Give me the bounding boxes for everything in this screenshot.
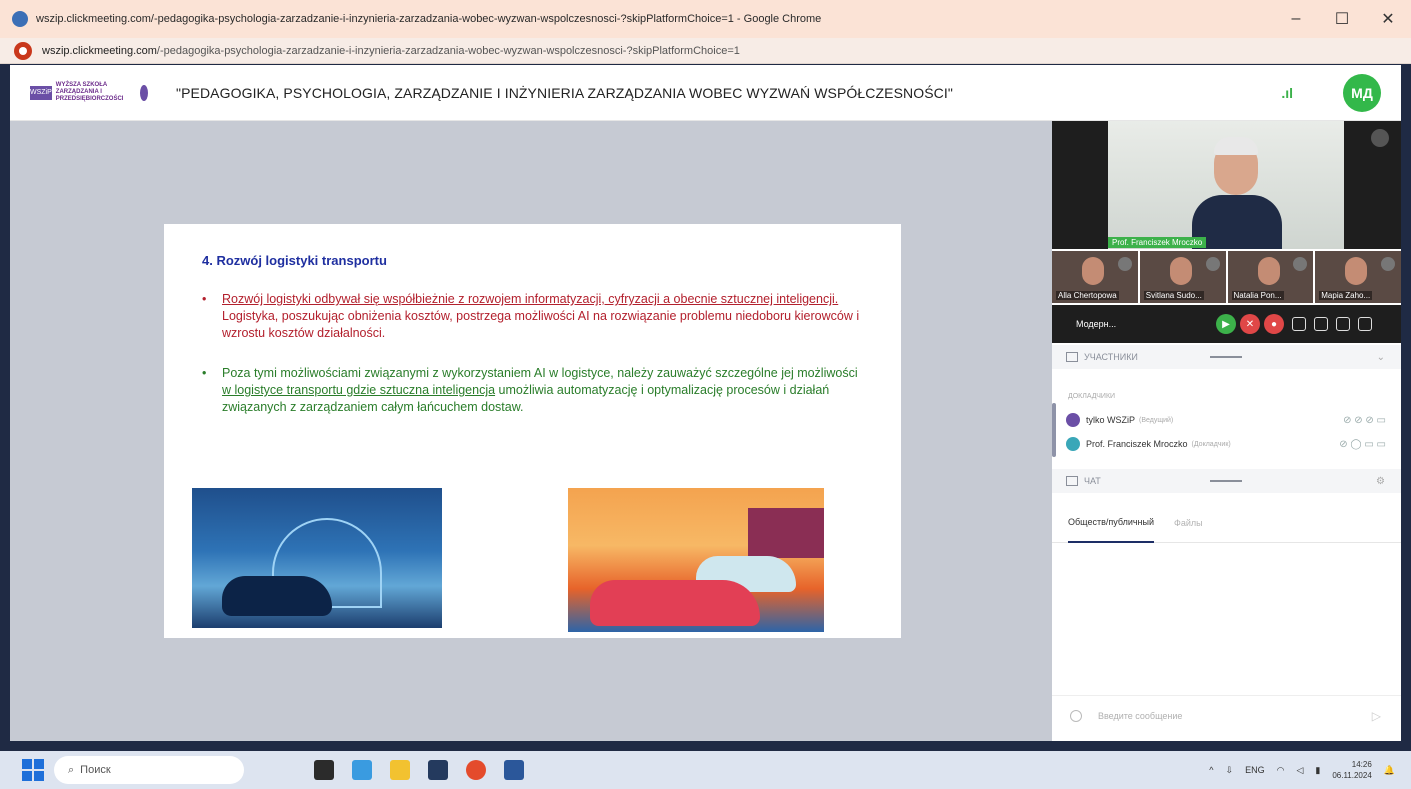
fullscreen-icon[interactable]	[1358, 317, 1372, 331]
start-button[interactable]	[22, 759, 44, 781]
participant-thumb[interactable]: Mapia Zaho...	[1315, 251, 1401, 303]
logo-circle-icon	[140, 84, 148, 101]
windows-taskbar: ⌕ Поиск ^ ⇩ ENG ◠ ◁ ▮ 14:26 06.11.2024 🔔	[0, 751, 1411, 789]
participant-thumb[interactable]: Alla Chertopowa	[1052, 251, 1138, 303]
side-panel: Prof. Franciszek Mroczko Alla Chertopowa…	[1052, 121, 1401, 741]
event-title: "PEDAGOGIKA, PSYCHOLOGIA, ZARZĄDZANIE I …	[176, 84, 953, 101]
participant-thumbnails: Alla Chertopowa Svitlana Sudo... Natalia…	[1052, 251, 1401, 303]
leave-icon[interactable]: ●	[1264, 314, 1284, 334]
school-logo: WSZiP WYŻSZA SZKOŁA ZARZĄDZANIA I PRZEDS…	[30, 76, 148, 110]
signal-bars-icon: .ıl	[1281, 85, 1293, 101]
system-tray: ^ ⇩ ENG ◠ ◁ ▮ 14:26 06.11.2024 🔔	[1209, 751, 1395, 789]
bullet-2-text: Poza tymi możliwościami związanymi z wyk…	[222, 366, 858, 414]
chat-section-header[interactable]: ЧАТ ⚙	[1052, 469, 1401, 493]
chat-bubble-icon[interactable]	[1292, 317, 1306, 331]
url-text[interactable]: wszip.clickmeeting.com/-pedagogika-psych…	[42, 45, 740, 57]
app-header: WSZiP WYŻSZA SZKOŁA ZARZĄDZANIA I PRZEDS…	[10, 65, 1401, 121]
smart-city-image	[192, 488, 442, 628]
search-icon: ⌕	[68, 763, 75, 776]
minimize-button[interactable]: –	[1273, 0, 1319, 38]
participant-avatar	[1066, 413, 1080, 427]
speaker-video[interactable]: Prof. Franciszek Mroczko	[1052, 121, 1401, 249]
chevron-down-icon[interactable]: ⌄	[1377, 352, 1385, 363]
chat-input[interactable]: Введите сообщение	[1098, 711, 1182, 721]
logo-mark: WSZiP	[30, 85, 52, 100]
mic-muted-icon	[1381, 257, 1395, 271]
chat-title: ЧАТ	[1084, 476, 1101, 486]
window-title: wszip.clickmeeting.com/-pedagogika-psych…	[36, 13, 822, 25]
speaker-name-label: Prof. Franciszek Mroczko	[1108, 237, 1207, 248]
participant-thumb[interactable]: Natalia Pon...	[1227, 251, 1314, 303]
chrome-favicon-icon	[12, 11, 28, 27]
gear-icon[interactable]	[1314, 317, 1328, 331]
people-icon	[1066, 352, 1078, 362]
participant-thumb[interactable]: Svitlana Sudo...	[1139, 251, 1226, 303]
slide-heading: 4. Rozwój logistyki transportu	[202, 253, 387, 268]
address-bar[interactable]: wszip.clickmeeting.com/-pedagogika-psych…	[0, 38, 1411, 64]
participants-section-header[interactable]: УЧАСТНИКИ ⌄	[1052, 345, 1401, 369]
camera-icon[interactable]: ▶	[1216, 314, 1236, 334]
layout-icon[interactable]	[1336, 317, 1350, 331]
volume-icon[interactable]: ◁	[1296, 765, 1303, 776]
bullet-1-text: Rozwój logistyki odbywał się współbieżni…	[222, 292, 860, 340]
word-icon[interactable]	[504, 760, 524, 780]
mic-muted-icon	[1293, 257, 1308, 271]
maximize-button[interactable]: ☐	[1319, 0, 1365, 38]
presentation-slide: 4. Rozwój logistyki transportu • Rozwój …	[164, 224, 901, 638]
slide-bullet-1: • Rozwój logistyki odbywał się współbież…	[202, 291, 862, 342]
send-icon[interactable]: ▷	[1372, 709, 1381, 723]
clock[interactable]: 14:26 06.11.2024	[1332, 759, 1371, 781]
presentation-stage: 4. Rozwój logistyki transportu • Rozwój …	[10, 121, 1052, 741]
browser-title-bar: wszip.clickmeeting.com/-pedagogika-psych…	[0, 0, 1411, 38]
participants-title: УЧАСТНИКИ	[1084, 352, 1138, 362]
wifi-icon[interactable]: ◠	[1277, 765, 1285, 776]
mic-muted-icon	[1205, 257, 1220, 271]
chevron-up-icon[interactable]: ^	[1209, 765, 1213, 775]
window-controls: – ☐ ✕	[1273, 0, 1411, 38]
user-avatar[interactable]: МД	[1343, 74, 1381, 112]
emoji-icon[interactable]	[1070, 709, 1082, 722]
taskview-icon[interactable]	[314, 760, 334, 780]
close-button[interactable]: ✕	[1365, 0, 1411, 38]
gear-icon[interactable]: ⚙	[1376, 476, 1385, 487]
autonomous-cars-image	[568, 488, 824, 632]
chat-tabs: Обществ/публичный Файлы	[1052, 503, 1401, 543]
av-controls-bar: Модерн... ▶ ✕ ●	[1052, 305, 1401, 343]
language-indicator[interactable]: ENG	[1245, 765, 1265, 775]
chat-input-area[interactable]: Введите сообщение ▷	[1052, 695, 1401, 735]
bullet-mark: •	[202, 366, 207, 380]
participant-row[interactable]: tylko WSZiP (Ведущий) ⊘ ⊘ ⊘ ▭	[1066, 411, 1386, 429]
chrome-icon[interactable]	[466, 760, 486, 780]
drag-handle[interactable]	[1210, 480, 1242, 482]
bullet-mark: •	[202, 292, 207, 306]
file-explorer-icon[interactable]	[390, 760, 410, 780]
chat-icon	[1066, 476, 1078, 486]
participant-actions[interactable]: ⊘ ◯ ▭ ▭	[1339, 439, 1386, 450]
mode-label[interactable]: Модерн...	[1076, 319, 1216, 329]
clickmeeting-icon	[14, 41, 32, 60]
mic-icon	[1371, 129, 1389, 147]
drag-handle[interactable]	[1210, 356, 1242, 358]
logo-text: WYŻSZA SZKOŁA ZARZĄDZANIA I PRZEDSIĘBIOR…	[55, 82, 124, 102]
participant-actions[interactable]: ⊘ ⊘ ⊘ ▭	[1343, 415, 1386, 426]
store-icon[interactable]	[428, 760, 448, 780]
participants-scrollbar[interactable]	[1052, 403, 1056, 457]
notification-icon[interactable]: 🔔	[1384, 765, 1395, 776]
speaker-figure	[1192, 137, 1282, 249]
mic-muted-icon	[1117, 257, 1132, 271]
taskbar-search[interactable]: ⌕ Поиск	[54, 756, 244, 784]
mic-off-icon[interactable]: ✕	[1240, 314, 1260, 334]
slide-bullet-2: • Poza tymi możliwościami związanymi z w…	[202, 365, 862, 416]
presenters-group-label: ДОКЛАДЧИКИ	[1068, 393, 1116, 400]
tab-files[interactable]: Файлы	[1174, 503, 1203, 543]
tab-public-chat[interactable]: Обществ/публичный	[1068, 503, 1155, 543]
usb-icon[interactable]: ⇩	[1226, 765, 1234, 776]
participant-avatar	[1066, 437, 1080, 451]
widgets-icon[interactable]	[352, 760, 372, 780]
battery-icon[interactable]: ▮	[1315, 765, 1320, 776]
participant-row[interactable]: Prof. Franciszek Mroczko (Докладчик) ⊘ ◯…	[1066, 435, 1386, 453]
